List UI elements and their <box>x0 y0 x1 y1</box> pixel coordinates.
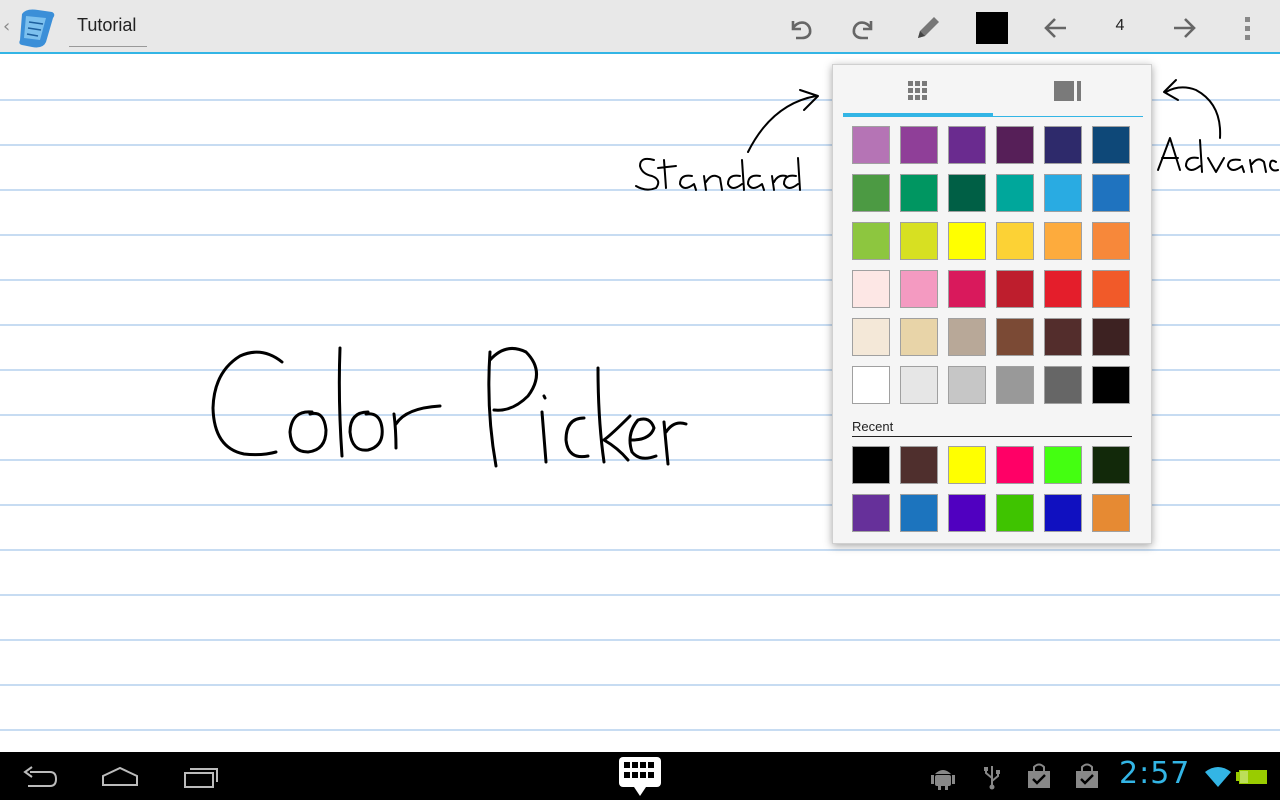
recent-color-swatch[interactable] <box>996 446 1034 484</box>
standard-color-swatch[interactable] <box>1044 126 1082 164</box>
home-icon[interactable] <box>100 762 140 792</box>
recent-color-swatch[interactable] <box>996 494 1034 532</box>
recent-label: Recent <box>852 419 894 434</box>
standard-color-swatch[interactable] <box>948 318 986 356</box>
status-clock: 2:57 <box>1119 756 1191 791</box>
tab-standard[interactable] <box>843 65 993 117</box>
standard-color-swatch[interactable] <box>996 270 1034 308</box>
standard-color-swatch[interactable] <box>900 126 938 164</box>
standard-color-swatch[interactable] <box>1092 270 1130 308</box>
standard-color-swatch[interactable] <box>900 222 938 260</box>
standard-color-swatch[interactable] <box>996 174 1034 212</box>
recent-color-swatch[interactable] <box>900 446 938 484</box>
standard-color-swatch[interactable] <box>1044 270 1082 308</box>
recent-color-swatch[interactable] <box>1044 494 1082 532</box>
standard-color-swatch[interactable] <box>852 270 890 308</box>
standard-color-swatch[interactable] <box>996 318 1034 356</box>
standard-color-swatch[interactable] <box>996 222 1034 260</box>
recent-color-swatch[interactable] <box>948 446 986 484</box>
wifi-icon <box>1205 767 1231 787</box>
standard-color-swatch[interactable] <box>1044 222 1082 260</box>
standard-color-swatch[interactable] <box>1044 318 1082 356</box>
tab-selected-indicator <box>843 113 993 117</box>
handwriting-advanced-annotation <box>1157 79 1279 173</box>
handwriting-color-picker <box>211 346 688 468</box>
standard-color-swatch[interactable] <box>900 366 938 404</box>
recent-color-swatch[interactable] <box>948 494 986 532</box>
recent-apps-icon[interactable] <box>182 762 222 792</box>
recent-color-swatch[interactable] <box>1044 446 1082 484</box>
standard-color-swatch[interactable] <box>948 270 986 308</box>
battery-icon <box>1236 770 1267 784</box>
standard-color-swatch[interactable] <box>1044 366 1082 404</box>
standard-color-swatch[interactable] <box>852 222 890 260</box>
standard-color-swatch[interactable] <box>996 126 1034 164</box>
standard-color-swatch[interactable] <box>1044 174 1082 212</box>
standard-color-swatch[interactable] <box>900 318 938 356</box>
system-navigation-bar: 2:57 <box>0 752 1280 800</box>
standard-color-swatch[interactable] <box>948 366 986 404</box>
standard-color-swatch[interactable] <box>900 270 938 308</box>
shopping-bag-icon <box>1028 763 1050 788</box>
handwriting-standard-annotation <box>635 89 819 191</box>
standard-color-swatch[interactable] <box>900 174 938 212</box>
standard-color-swatch[interactable] <box>948 222 986 260</box>
back-icon[interactable] <box>20 762 60 792</box>
android-debug-icon <box>931 770 955 790</box>
standard-color-swatch[interactable] <box>996 366 1034 404</box>
recent-color-swatch[interactable] <box>1092 446 1130 484</box>
standard-color-swatch[interactable] <box>852 318 890 356</box>
standard-color-swatch[interactable] <box>948 126 986 164</box>
standard-color-swatch[interactable] <box>1092 126 1130 164</box>
recent-color-swatch[interactable] <box>852 494 890 532</box>
standard-color-swatch[interactable] <box>1092 174 1130 212</box>
keyboard-icon[interactable] <box>618 756 662 798</box>
standard-color-swatch[interactable] <box>852 174 890 212</box>
advanced-palette-icon <box>1054 81 1081 101</box>
standard-color-swatch[interactable] <box>1092 366 1130 404</box>
recent-divider <box>852 436 1132 437</box>
recent-color-swatch[interactable] <box>900 494 938 532</box>
standard-color-swatch[interactable] <box>852 126 890 164</box>
recent-color-swatch[interactable] <box>1092 494 1130 532</box>
standard-color-swatch[interactable] <box>1092 222 1130 260</box>
standard-color-swatch[interactable] <box>948 174 986 212</box>
recent-color-swatch[interactable] <box>852 446 890 484</box>
tab-advanced[interactable] <box>993 65 1143 117</box>
usb-icon <box>984 766 1000 790</box>
color-picker-popup: Recent <box>832 64 1152 544</box>
shopping-bag-check-icon <box>1076 763 1098 788</box>
standard-color-swatch[interactable] <box>1092 318 1130 356</box>
standard-color-swatch[interactable] <box>852 366 890 404</box>
grid-icon <box>908 81 927 100</box>
